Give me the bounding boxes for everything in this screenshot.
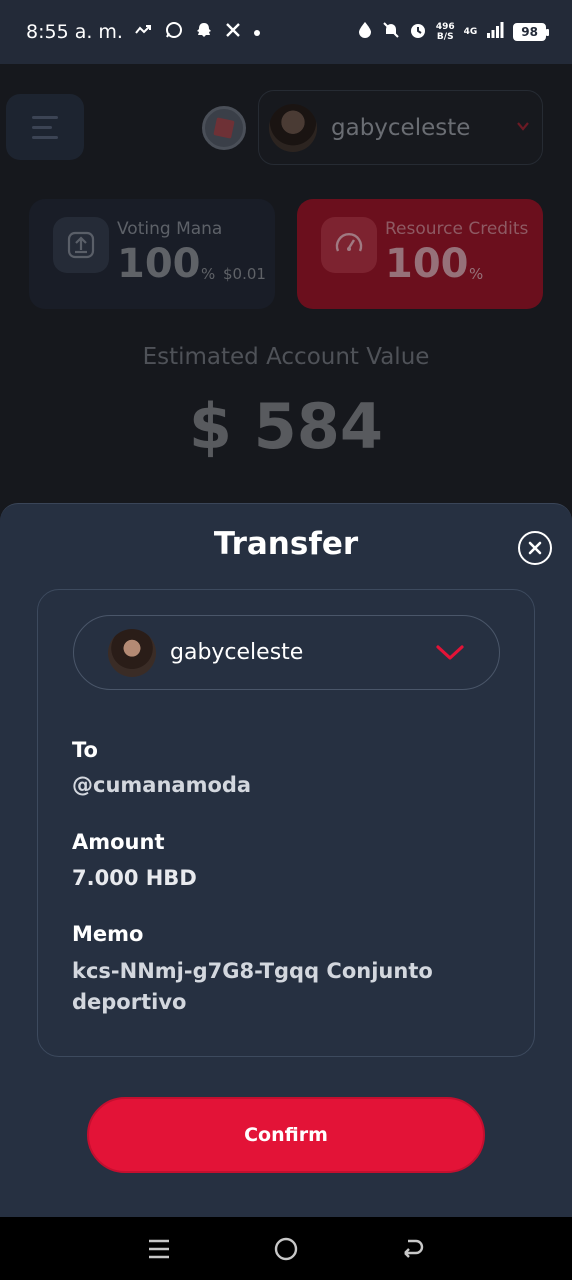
chevron-down-icon bbox=[436, 645, 464, 660]
amount-label: Amount bbox=[72, 830, 165, 854]
resource-credits-label: Resource Credits bbox=[385, 219, 529, 239]
menu-button[interactable] bbox=[6, 94, 84, 160]
to-value: @cumanamoda bbox=[72, 773, 252, 797]
app-logo bbox=[202, 106, 246, 150]
to-label: To bbox=[72, 738, 98, 762]
memo-label: Memo bbox=[72, 922, 144, 946]
missed-call-icon bbox=[135, 22, 153, 42]
account-switcher[interactable]: gabyceleste bbox=[258, 90, 543, 165]
home-button[interactable] bbox=[266, 1229, 306, 1269]
transfer-sheet: Transfer gabyceleste To @cumanamoda Amou… bbox=[0, 503, 572, 1217]
snapchat-icon bbox=[195, 21, 213, 44]
upload-icon bbox=[53, 217, 109, 273]
voting-mana-unit: % bbox=[201, 265, 216, 283]
from-account-select[interactable]: gabyceleste bbox=[73, 615, 500, 690]
confirm-button[interactable]: Confirm bbox=[87, 1097, 485, 1173]
mute-icon bbox=[382, 21, 400, 44]
menu-line bbox=[32, 115, 58, 119]
wallet-background: gabyceleste Voting Mana 100 % $0.01 Reso… bbox=[0, 64, 572, 504]
back-icon bbox=[404, 1239, 424, 1258]
net-speed-unit: B/S bbox=[436, 32, 454, 42]
voting-mana-value: 100 bbox=[117, 241, 201, 287]
data-saver-icon bbox=[357, 21, 373, 44]
home-icon bbox=[274, 1237, 298, 1260]
resource-credits-unit: % bbox=[469, 265, 484, 283]
back-button[interactable] bbox=[393, 1229, 433, 1269]
menu-line bbox=[32, 125, 52, 129]
signal-icon bbox=[486, 21, 504, 43]
status-bar: 8:55 a. m. 496 B/S 4G 98 bbox=[0, 0, 572, 64]
chevron-down-icon bbox=[517, 122, 529, 131]
alarm-icon bbox=[409, 21, 427, 44]
network-type: 4G bbox=[463, 26, 478, 37]
from-account-name: gabyceleste bbox=[170, 640, 304, 665]
resource-credits-value: 100 bbox=[385, 241, 469, 287]
menu-line bbox=[32, 135, 58, 139]
memo-value: kcs-NNmj-g7G8-Tgqq Conjunto deportivo bbox=[72, 959, 433, 1014]
clock: 8:55 a. m. bbox=[26, 21, 123, 43]
close-button[interactable] bbox=[518, 531, 552, 565]
sheet-title: Transfer bbox=[213, 526, 359, 562]
recent-apps-icon bbox=[148, 1239, 169, 1258]
resource-credits-card: Resource Credits 100 % bbox=[297, 199, 543, 309]
amount-value: 7.000 HBD bbox=[72, 866, 197, 890]
recent-apps-button[interactable] bbox=[139, 1229, 179, 1269]
net-speed: 496 B/S bbox=[436, 22, 455, 42]
avatar bbox=[108, 628, 156, 677]
status-right: 496 B/S 4G 98 bbox=[357, 21, 549, 44]
account-value: $ 584 bbox=[188, 390, 384, 463]
transfer-form: gabyceleste To @cumanamoda Amount 7.000 … bbox=[37, 589, 535, 1057]
whatsapp-icon bbox=[165, 21, 183, 44]
logo-cube-icon bbox=[213, 117, 235, 139]
net-speed-value: 496 bbox=[435, 22, 455, 32]
avatar bbox=[269, 103, 317, 152]
x-icon bbox=[225, 22, 241, 43]
battery-indicator: 98 bbox=[513, 23, 549, 41]
voting-mana-label: Voting Mana bbox=[117, 219, 223, 239]
gauge-icon bbox=[321, 217, 377, 273]
notification-dot-icon bbox=[253, 22, 261, 42]
close-icon bbox=[528, 541, 542, 555]
status-left: 8:55 a. m. bbox=[26, 21, 261, 44]
voting-mana-dollar: $0.01 bbox=[223, 265, 266, 283]
account-value-label: Estimated Account Value bbox=[142, 344, 430, 370]
voting-mana-card: Voting Mana 100 % $0.01 bbox=[29, 199, 275, 309]
account-name: gabyceleste bbox=[331, 114, 471, 141]
system-nav-bar bbox=[0, 1217, 572, 1280]
